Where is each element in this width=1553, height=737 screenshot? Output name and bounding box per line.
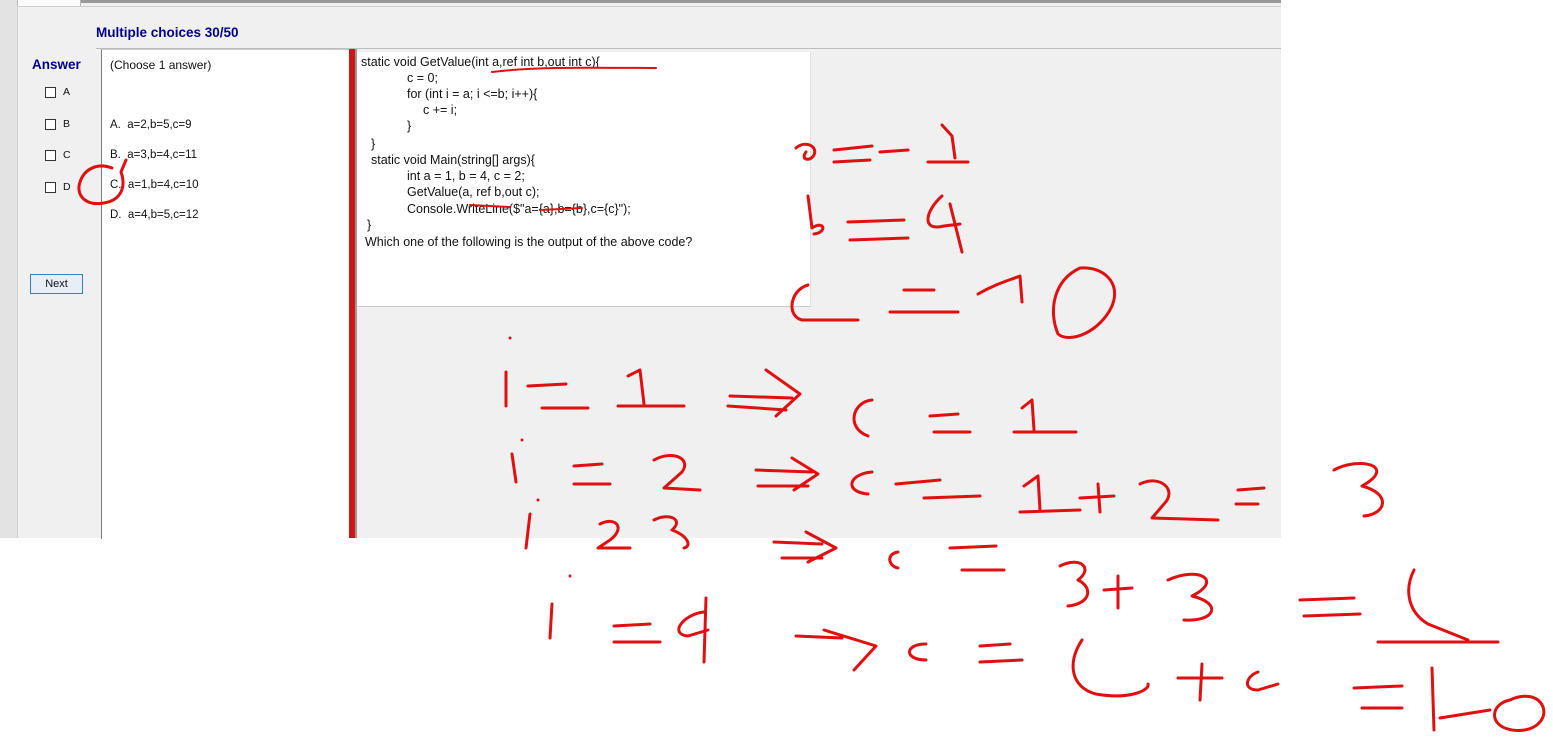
- header-divider: [17, 6, 1281, 7]
- choice-c-label: C: [63, 149, 71, 161]
- choice-b-label: B: [63, 118, 71, 130]
- choice-d-label: D: [63, 181, 71, 193]
- handwritten-0: [1493, 694, 1546, 732]
- handwritten-c: [888, 550, 900, 570]
- question-count: Multiple choices 30/50: [96, 25, 239, 40]
- quiz-window: Multiple choices 30/50 Answer A B C D Ne…: [0, 0, 1281, 539]
- code-line: }: [407, 119, 412, 133]
- choice-d[interactable]: D: [45, 181, 71, 193]
- code-line: int a = 1, b = 4, c = 2;: [407, 169, 525, 183]
- option-a: A. a=2,b=5,c=9: [110, 119, 192, 131]
- code-line: c = 0;: [407, 71, 438, 85]
- code-line: static void Main(string[] args){: [371, 153, 535, 167]
- handwritten-plus: [1102, 574, 1134, 610]
- window-top-border: [0, 0, 1281, 3]
- choice-a-label: A: [63, 86, 71, 98]
- handwritten-plus: [1176, 662, 1224, 702]
- option-d: D. a=4,b=5,c=12: [110, 209, 199, 221]
- handwritten-6: [1376, 568, 1500, 644]
- choice-b-checkbox[interactable]: [45, 118, 56, 130]
- handwritten-6: [1071, 638, 1150, 698]
- handwritten-arrow: [794, 628, 878, 672]
- handwritten-4: [677, 596, 710, 664]
- handwritten-1: [1430, 666, 1492, 732]
- handwritten-i: [548, 602, 554, 640]
- code-line: Console.WriteLine($"a={a},b={b},c={c}");: [407, 202, 631, 216]
- handwritten-eq: [1352, 684, 1404, 710]
- left-edge-strip: [0, 0, 18, 538]
- options-panel: (Choose 1 answer) A. a=2,b=5,c=9 B. a=3,…: [101, 49, 349, 539]
- answer-title: Answer: [32, 57, 81, 72]
- handwritten-eq: [948, 544, 1006, 572]
- handwritten-3: [1166, 572, 1214, 622]
- handwritten-3: [1058, 560, 1090, 608]
- handwritten-3: [1332, 462, 1384, 518]
- handwritten-eq: [978, 642, 1024, 664]
- handwritten-eq: [612, 622, 662, 644]
- question-prompt: Which one of the following is the output…: [365, 235, 693, 249]
- choice-a-checkbox[interactable]: [45, 86, 56, 98]
- option-c: C. a=1,b=4,c=10: [110, 179, 199, 191]
- code-line: }: [371, 137, 376, 151]
- question-code-box: static void GetValue(int a,ref int b,out…: [357, 52, 811, 307]
- handwritten-eq: [1298, 596, 1362, 618]
- handwritten-4: [1246, 670, 1280, 692]
- choice-d-checkbox[interactable]: [45, 181, 56, 193]
- choose-hint: (Choose 1 answer): [110, 58, 212, 72]
- option-b: B. a=3,b=4,c=11: [110, 149, 198, 161]
- handwritten-c: [908, 642, 928, 662]
- choice-b[interactable]: B: [45, 118, 70, 130]
- code-line: for (int i = a; i <=b; i++){: [407, 87, 538, 101]
- choice-c-checkbox[interactable]: [45, 149, 56, 161]
- choice-c[interactable]: C: [45, 149, 71, 161]
- code-line: GetValue(a, ref b,out c);: [407, 185, 540, 199]
- code-line: c += i;: [423, 103, 458, 117]
- choice-a[interactable]: A: [45, 86, 70, 98]
- code-line: static void GetValue(int a,ref int b,out…: [361, 55, 600, 69]
- next-button[interactable]: Next: [30, 274, 83, 294]
- code-line: }: [367, 218, 372, 232]
